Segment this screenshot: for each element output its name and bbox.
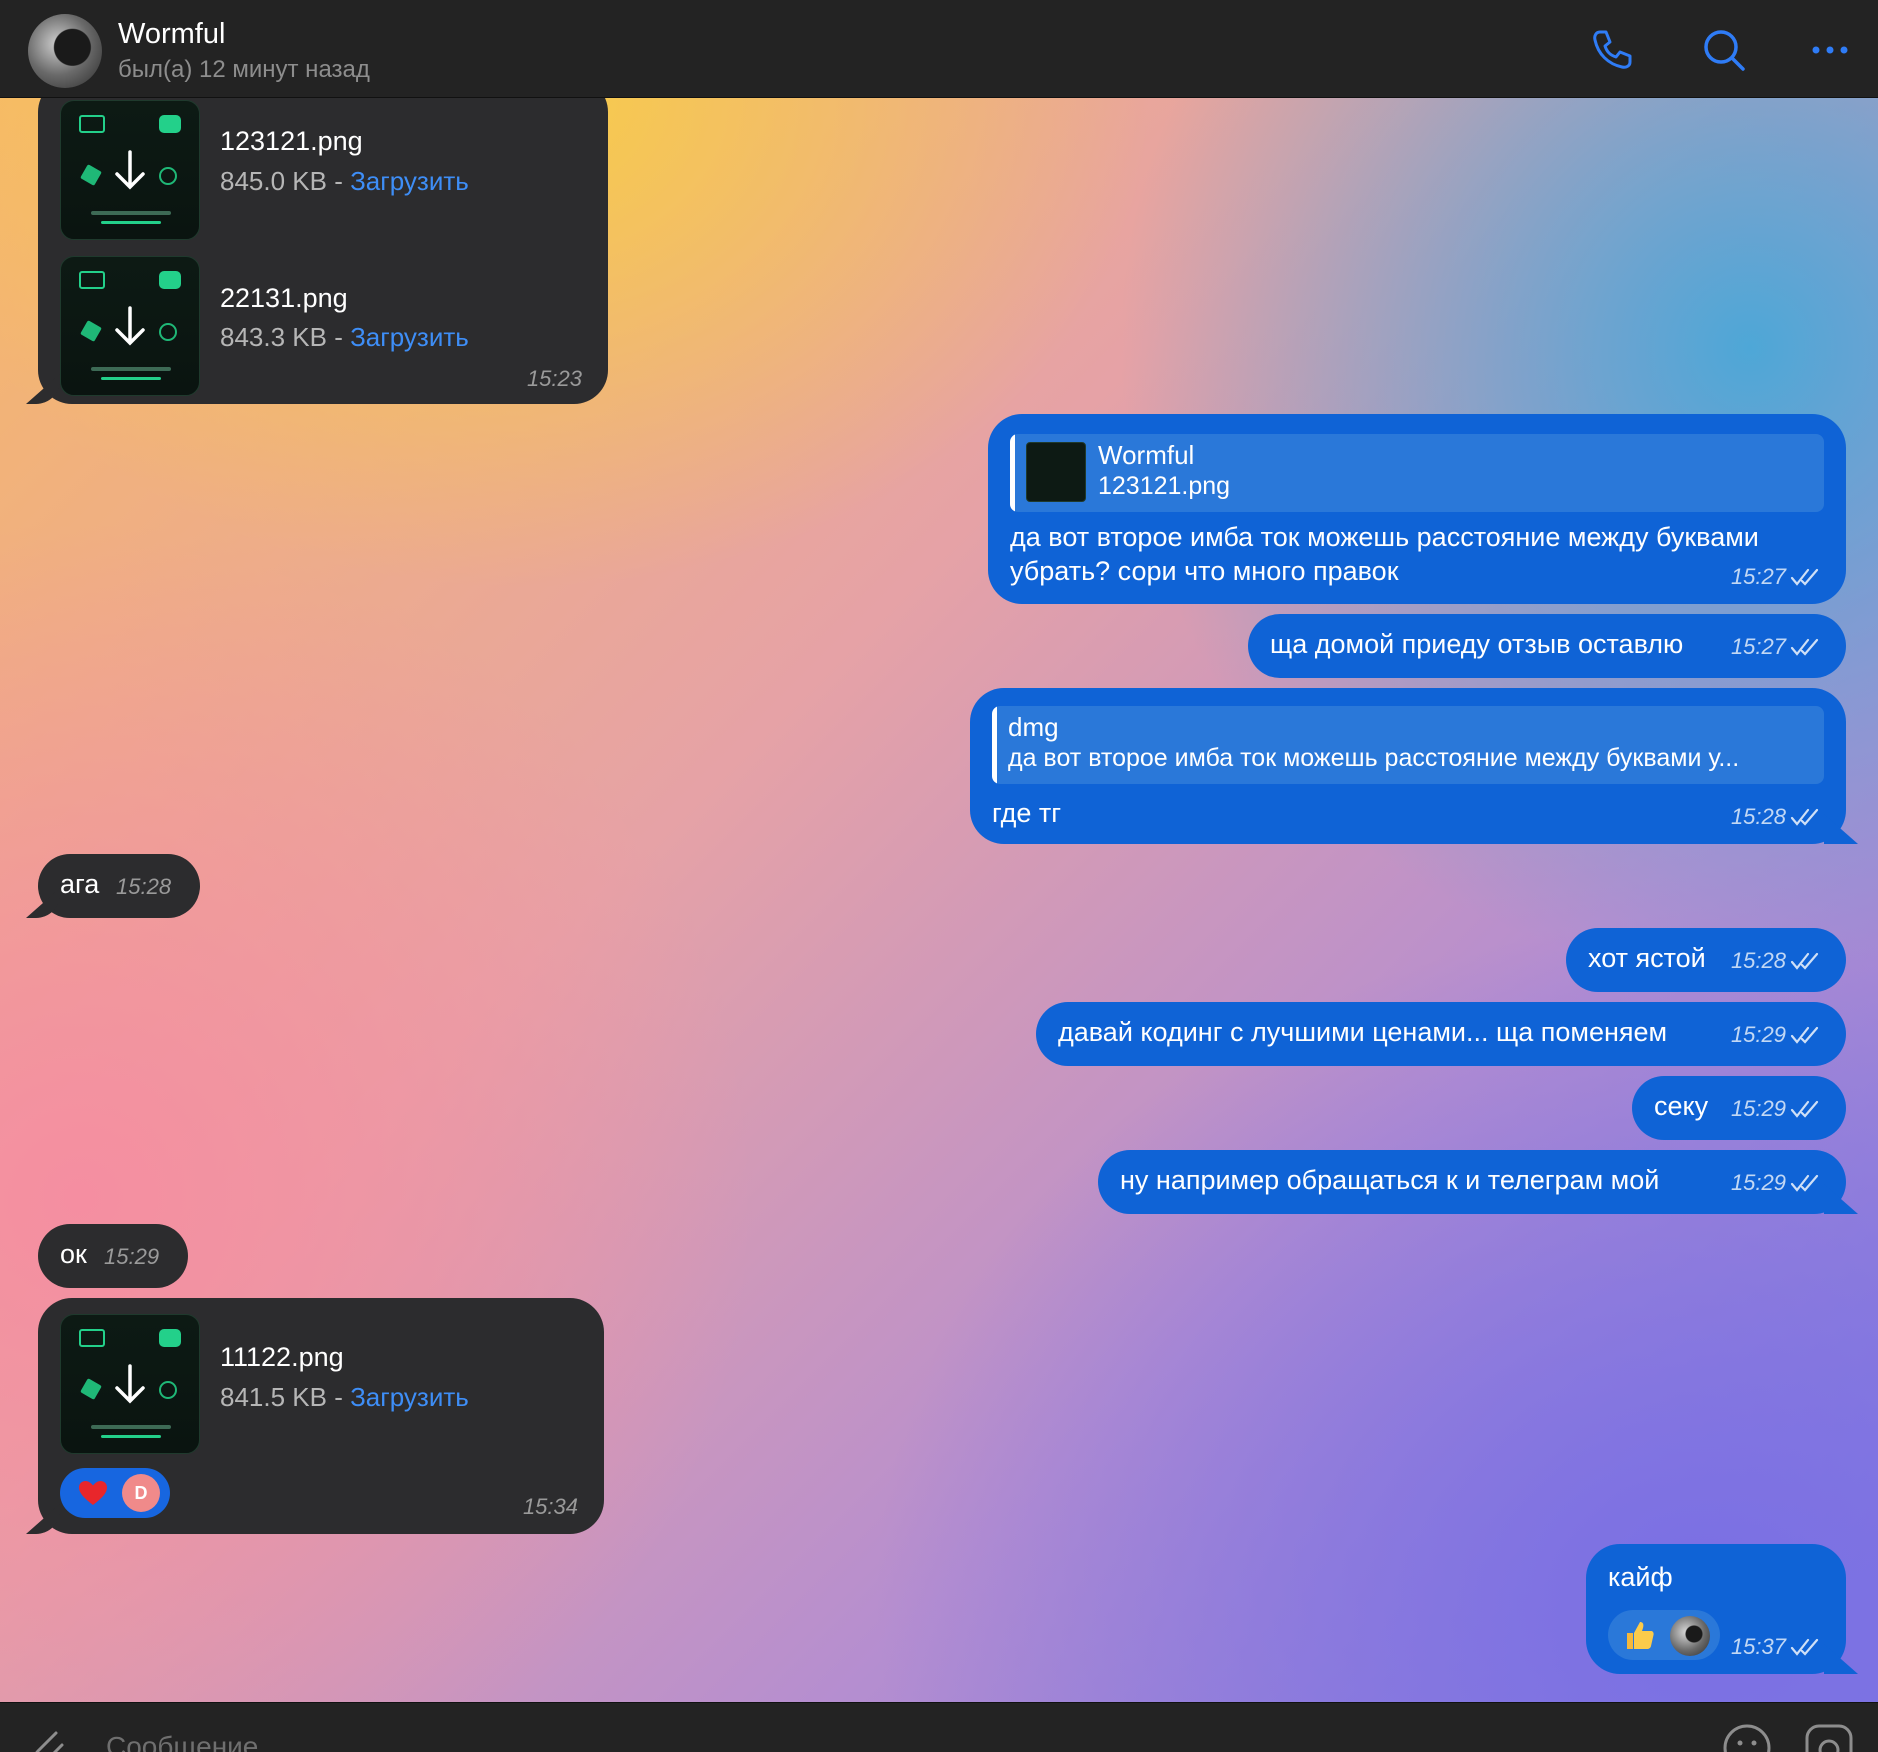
heart-icon [79, 1481, 107, 1505]
reply-text: да вот второе имба ток можешь расстояние… [1008, 744, 1740, 772]
message-outgoing: давай кодинг с лучшими ценами... ща поме… [1036, 1002, 1846, 1066]
message-text: давай кодинг с лучшими ценами... ща поме… [1058, 1017, 1668, 1047]
message-text: ща домой приеду отзыв оставлю [1270, 629, 1684, 659]
reply-preview[interactable]: dmg да вот второе имба ток можешь рассто… [992, 706, 1824, 784]
message-outgoing: секу 15:29 [1632, 1076, 1846, 1140]
message-text: да вот второе имба ток можешь расстояние… [1010, 522, 1759, 552]
message-text: ок [60, 1239, 87, 1269]
read-check-icon [1790, 568, 1819, 586]
message-time: 15:29 [1731, 1170, 1820, 1196]
file-name: 11122.png [220, 1342, 344, 1372]
message-text: секу [1654, 1091, 1709, 1121]
message-text: кайф [1608, 1562, 1673, 1592]
message-incoming-files: 123121.png 845.0 KB - Загрузить 22131.pn… [38, 98, 608, 404]
message-time: 15:23 [526, 366, 582, 391]
emoji-icon[interactable] [1722, 1723, 1772, 1752]
message-time: 15:37 [1731, 1634, 1820, 1660]
message-outgoing-reply: Wormful 123121.png да вот второе имба то… [988, 414, 1846, 604]
message-input[interactable]: Сообщение [106, 1731, 258, 1752]
message-text: хот ястой [1588, 943, 1706, 973]
reply-text: 123121.png [1098, 472, 1231, 500]
read-check-icon [1790, 1100, 1819, 1118]
message-time: 15:27 [1731, 564, 1820, 590]
message-time: 15:28 [1731, 948, 1820, 974]
thumbs-up-icon [1627, 1622, 1654, 1649]
reaction-user-avatar [1670, 1616, 1710, 1656]
camera-icon[interactable] [1804, 1723, 1854, 1752]
message-time: 15:29 [1731, 1096, 1820, 1122]
more-icon[interactable] [1806, 26, 1854, 74]
message-outgoing: хот ястой 15:28 [1566, 928, 1846, 992]
message-composer: Сообщение [0, 1702, 1878, 1752]
file-size: 841.5 KB - Загрузить [220, 1382, 469, 1412]
phone-icon[interactable] [1588, 26, 1636, 74]
message-time: 15:27 [1731, 634, 1820, 660]
file-thumbnail[interactable] [60, 1314, 200, 1454]
search-icon[interactable] [1700, 26, 1748, 74]
reply-preview[interactable]: Wormful 123121.png [1010, 434, 1824, 512]
attach-icon[interactable] [26, 1723, 70, 1752]
reaction-user-avatar: D [122, 1474, 160, 1512]
message-text: ага [60, 869, 100, 899]
message-time: 15:34 [522, 1494, 578, 1519]
download-arrow-icon [115, 1364, 145, 1404]
read-check-icon [1790, 1174, 1819, 1192]
reply-thumbnail [1026, 442, 1086, 502]
read-check-icon [1790, 952, 1819, 970]
message-incoming: ага 15:28 [38, 854, 200, 918]
chat-header: Wormful был(а) 12 минут назад [0, 0, 1878, 98]
message-time: 15:28 [116, 874, 172, 899]
message-outgoing: кайф 15:37 [1586, 1544, 1846, 1674]
file-thumbnail[interactable] [60, 100, 200, 240]
download-link[interactable]: Загрузить [350, 322, 469, 352]
reaction-chip[interactable] [1608, 1610, 1720, 1660]
read-check-icon [1790, 808, 1819, 826]
download-link[interactable]: Загрузить [350, 166, 469, 196]
download-arrow-icon [115, 150, 145, 190]
file-size: 845.0 KB - Загрузить [220, 166, 469, 196]
message-outgoing-reply: dmg да вот второе имба ток можешь рассто… [970, 688, 1846, 844]
contact-name[interactable]: Wormful [118, 18, 225, 51]
contact-avatar[interactable] [28, 14, 102, 88]
download-link[interactable]: Загрузить [350, 1382, 469, 1412]
download-arrow-icon [115, 306, 145, 346]
contact-status: был(а) 12 минут назад [118, 56, 370, 83]
message-text: где тг [992, 798, 1062, 828]
read-check-icon [1790, 638, 1819, 656]
read-check-icon [1790, 1638, 1819, 1656]
message-outgoing: ща домой приеду отзыв оставлю 15:27 [1248, 614, 1846, 678]
message-time: 15:28 [1731, 804, 1820, 830]
message-text: ну например обращаться к и телеграм мой [1120, 1165, 1660, 1195]
file-name: 22131.png [220, 283, 348, 313]
message-outgoing: ну например обращаться к и телеграм мой … [1098, 1150, 1846, 1214]
message-text: убрать? сори что много правок [1010, 556, 1399, 586]
chat-area[interactable]: 123121.png 845.0 KB - Загрузить 22131.pn… [0, 98, 1878, 1702]
reaction-chip[interactable]: D [60, 1468, 170, 1518]
message-incoming: ок 15:29 [38, 1224, 188, 1288]
read-check-icon [1790, 1026, 1819, 1044]
message-time: 15:29 [1731, 1022, 1820, 1048]
file-thumbnail[interactable] [60, 256, 200, 396]
reply-author: dmg [1008, 712, 1059, 742]
file-name: 123121.png [220, 126, 363, 156]
message-incoming-file: 11122.png 841.5 KB - Загрузить D 15:34 [38, 1298, 604, 1534]
message-time: 15:29 [104, 1244, 160, 1269]
reply-author: Wormful [1098, 440, 1195, 470]
file-size: 843.3 KB - Загрузить [220, 322, 469, 352]
